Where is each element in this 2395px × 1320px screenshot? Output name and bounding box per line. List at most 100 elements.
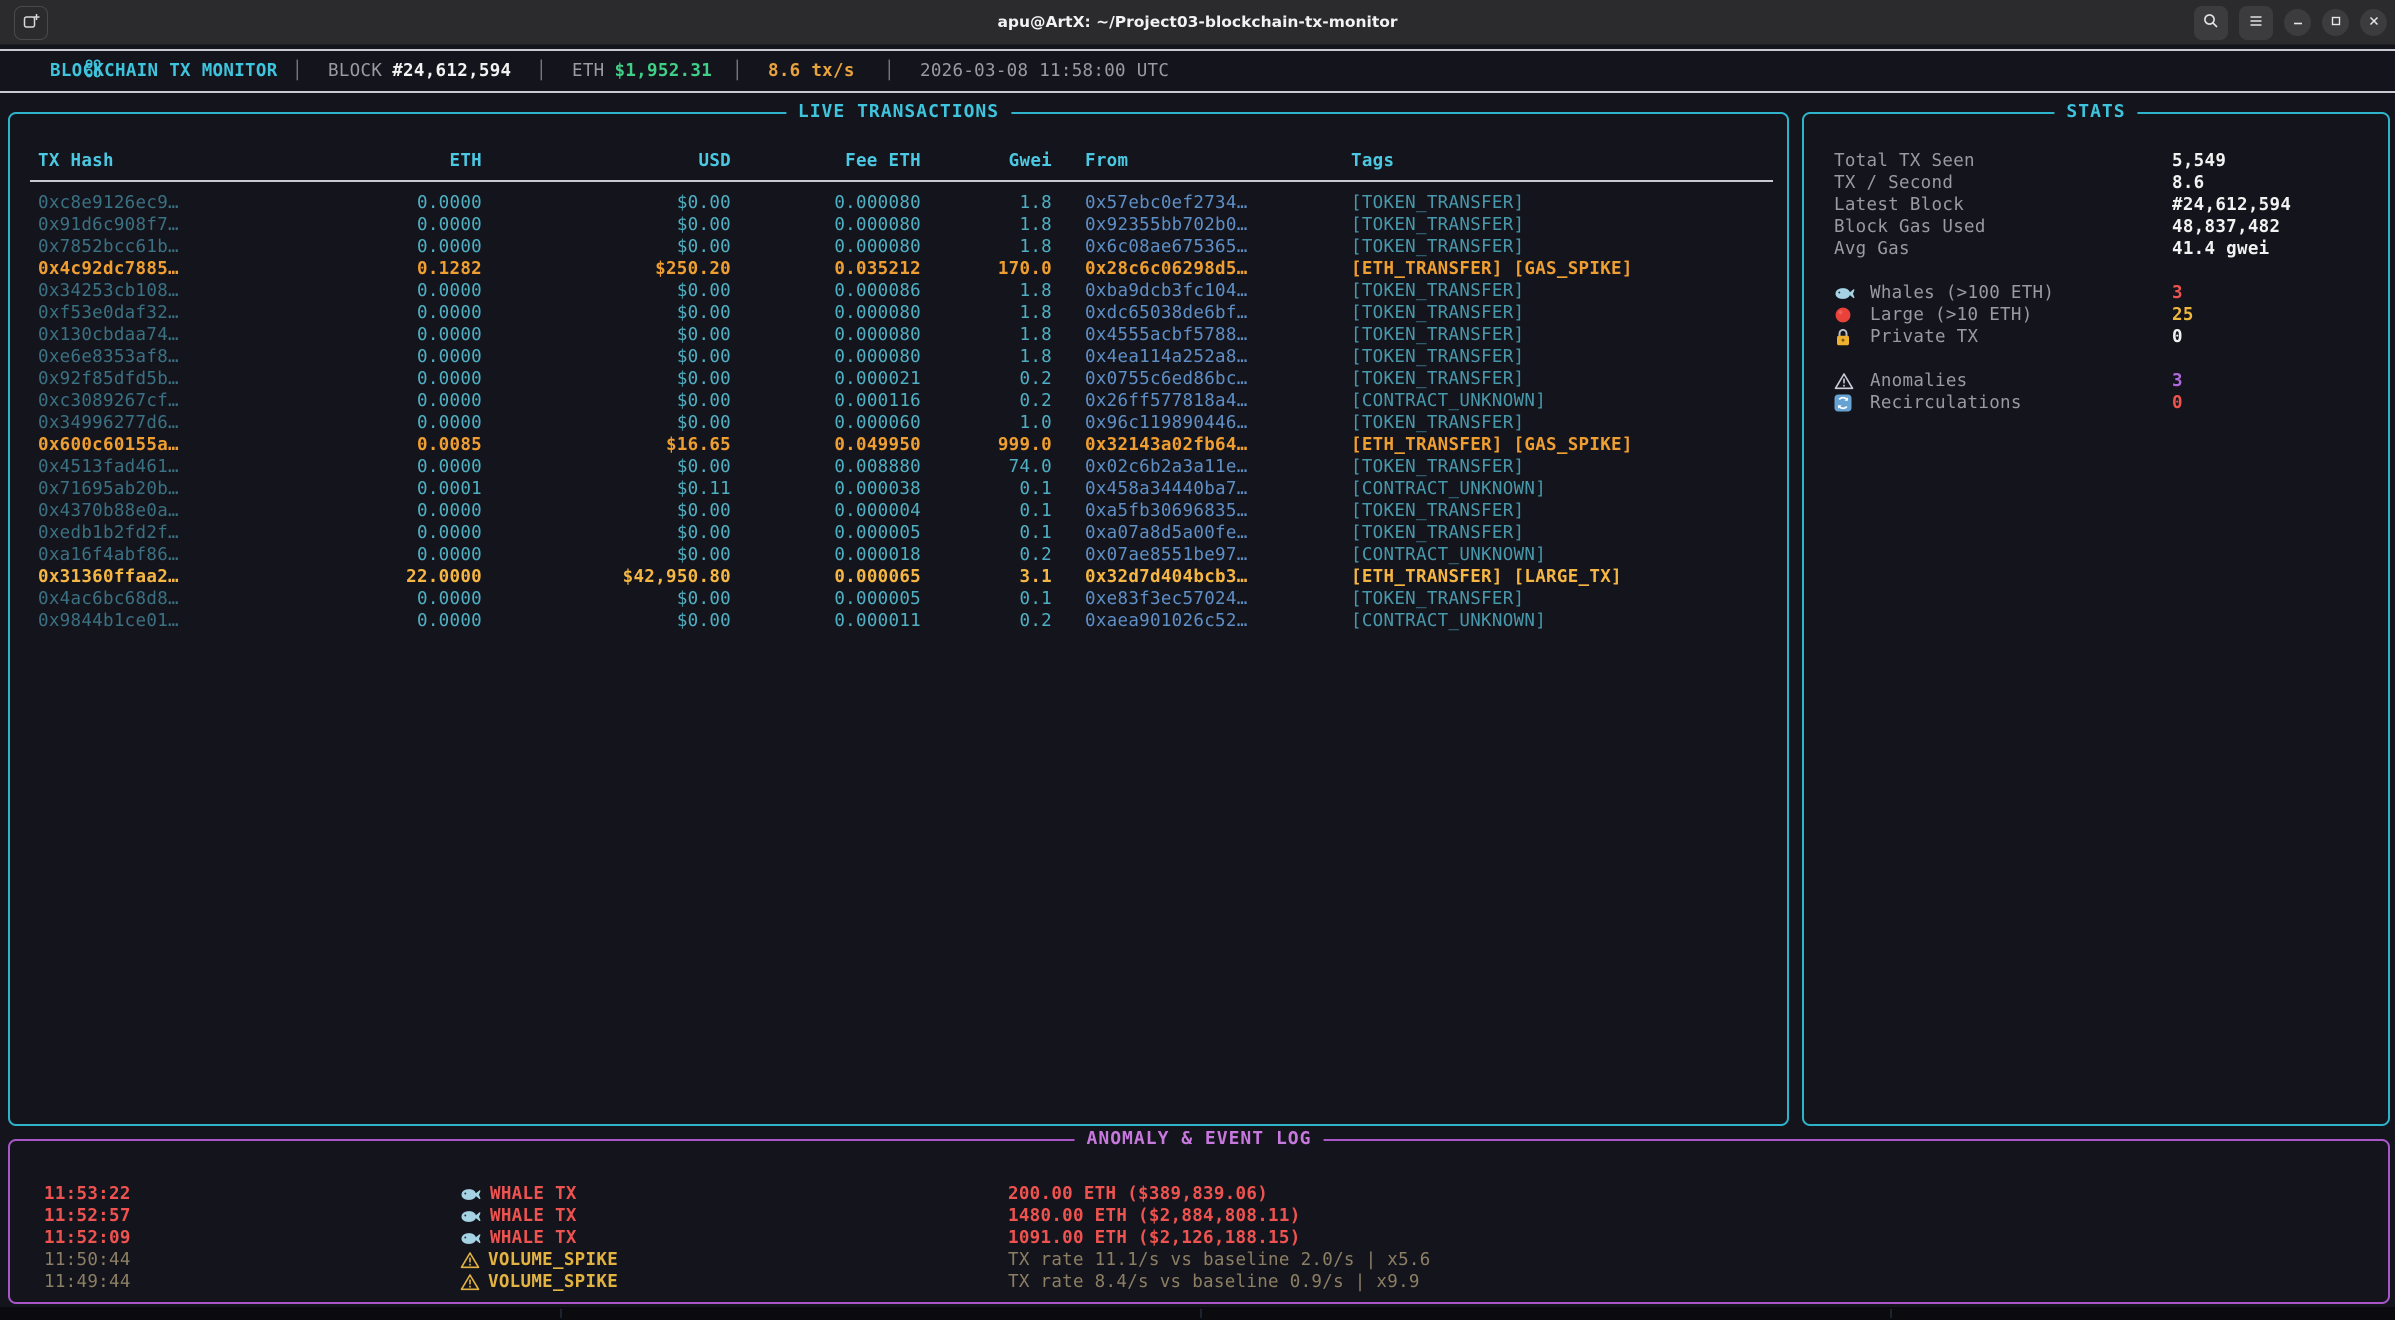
tx-tags: [TOKEN_TRANSFER] <box>1351 522 1773 544</box>
stat-value: 8.6 <box>2172 172 2368 194</box>
stats-alert-rows: Anomalies 3 Recirculations 0 <box>1834 370 2368 414</box>
tx-fee-eth: 0.000060 <box>731 412 921 434</box>
maximize-button[interactable] <box>2322 9 2349 36</box>
tx-eth: 0.0085 <box>285 434 482 456</box>
event-type-cell: VOLUME_SPIKE <box>460 1249 1008 1271</box>
tx-usd: $0.00 <box>482 302 731 324</box>
whale-icon <box>460 1186 482 1203</box>
header-separator: │ <box>732 61 743 81</box>
column-header-usd: USD <box>482 150 731 172</box>
stat-alert-row: Anomalies 3 <box>1834 370 2368 392</box>
tx-hash: 0x130cbdaa74… <box>30 324 285 346</box>
spacer <box>1834 260 2368 282</box>
tx-usd: $0.00 <box>482 522 731 544</box>
tx-hash: 0x9844b1ce01… <box>30 610 285 632</box>
stat-label: TX / Second <box>1834 172 2172 194</box>
tx-gwei: 74.0 <box>921 456 1052 478</box>
event-detail: 1480.00 ETH ($2,884,808.11) <box>1008 1205 2368 1227</box>
tx-from-address: 0x07ae8551be97… <box>1052 544 1351 566</box>
tx-usd: $0.00 <box>482 214 731 236</box>
tx-fee-eth: 0.008880 <box>731 456 921 478</box>
stat-row: Block Gas Used 48,837,482 <box>1834 216 2368 238</box>
transaction-row: 0x4513fad461… 0.0000 $0.00 0.008880 74.0… <box>30 456 1773 478</box>
tx-usd: $42,950.80 <box>482 566 731 588</box>
minimize-icon <box>2291 14 2305 31</box>
column-header-tx-hash: TX Hash <box>30 150 285 172</box>
tx-fee-eth: 0.000086 <box>731 280 921 302</box>
tx-fee-eth: 0.000080 <box>731 324 921 346</box>
tx-hash: 0x7852bcc61b… <box>30 236 285 258</box>
tx-usd: $0.00 <box>482 500 731 522</box>
tx-hash: 0x71695ab20b… <box>30 478 285 500</box>
tx-hash: 0x31360ffaa2… <box>30 566 285 588</box>
stat-label: Recirculations <box>1870 392 2172 414</box>
block-indicator: BLOCK#24,612,594 <box>328 61 511 81</box>
stat-value: 3 <box>2172 282 2368 304</box>
transaction-row: 0x9844b1ce01… 0.0000 $0.00 0.000011 0.2 … <box>30 610 1773 632</box>
new-tab-button[interactable] <box>14 6 48 40</box>
recirculation-icon <box>1834 392 1870 414</box>
tx-tags: [ETH_TRANSFER] [LARGE_TX] <box>1351 566 1773 588</box>
tx-fee-eth: 0.000038 <box>731 478 921 500</box>
tx-tags: [TOKEN_TRANSFER] <box>1351 346 1773 368</box>
tx-usd: $0.00 <box>482 236 731 258</box>
event-detail: 1091.00 ETH ($2,126,188.15) <box>1008 1227 2368 1249</box>
event-type-cell: VOLUME_SPIKE <box>460 1271 1008 1293</box>
tx-from-address: 0x0755c6ed86bc… <box>1052 368 1351 390</box>
event-detail: TX rate 11.1/s vs baseline 2.0/s | x5.6 <box>1008 1249 2368 1271</box>
tx-hash: 0x4ac6bc68d8… <box>30 588 285 610</box>
column-header-tags: Tags <box>1351 150 1773 172</box>
new-tab-icon <box>22 12 41 34</box>
tx-gwei: 0.1 <box>921 522 1052 544</box>
minimize-button[interactable] <box>2284 9 2311 36</box>
column-header-gwei: Gwei <box>921 150 1052 172</box>
tx-eth: 0.0000 <box>285 522 482 544</box>
tx-tags: [CONTRACT_UNKNOWN] <box>1351 610 1773 632</box>
titlebar: apu@ArtX: ~/Project03-blockchain-tx-moni… <box>0 0 2395 45</box>
tx-usd: $0.00 <box>482 412 731 434</box>
stat-row: Latest Block #24,612,594 <box>1834 194 2368 216</box>
stats-basic-rows: Total TX Seen 5,549 TX / Second 8.6 Late… <box>1834 150 2368 260</box>
menu-button[interactable] <box>2239 6 2273 40</box>
tx-fee-eth: 0.000011 <box>731 610 921 632</box>
event-row: 11:50:44 VOLUME_SPIKE TX rate 11.1/s vs … <box>44 1249 2368 1271</box>
tx-from-address: 0xe83f3ec57024… <box>1052 588 1351 610</box>
tx-from-address: 0x96c119890446… <box>1052 412 1351 434</box>
tx-fee-eth: 0.000004 <box>731 500 921 522</box>
tx-usd: $0.11 <box>482 478 731 500</box>
transaction-row: 0xc8e9126ec9… 0.0000 $0.00 0.000080 1.8 … <box>30 192 1773 214</box>
whale-icon <box>460 1230 482 1247</box>
bottom-strip-mark <box>1890 1309 1892 1318</box>
transaction-row: 0x4c92dc7885… 0.1282 $250.20 0.035212 17… <box>30 258 1773 280</box>
tx-fee-eth: 0.000116 <box>731 390 921 412</box>
tx-fee-eth: 0.000080 <box>731 214 921 236</box>
tx-fee-eth: 0.049950 <box>731 434 921 456</box>
event-type: VOLUME_SPIKE <box>488 1271 618 1293</box>
tx-eth: 0.0000 <box>285 544 482 566</box>
stats-counter-rows: Whales (>100 ETH) 3 Large (>10 ETH) 25 P… <box>1834 282 2368 348</box>
search-button[interactable] <box>2194 6 2228 40</box>
tx-usd: $0.00 <box>482 544 731 566</box>
event-type-cell: WHALE TX <box>460 1183 1008 1205</box>
tx-tags: [TOKEN_TRANSFER] <box>1351 412 1773 434</box>
event-row: 11:53:22 WHALE TX 200.00 ETH ($389,839.0… <box>44 1183 2368 1205</box>
tx-from-address: 0x458a34440ba7… <box>1052 478 1351 500</box>
event-type: WHALE TX <box>490 1205 577 1227</box>
tx-fee-eth: 0.000080 <box>731 236 921 258</box>
transaction-row: 0xc3089267cf… 0.0000 $0.00 0.000116 0.2 … <box>30 390 1773 412</box>
terminal-screen[interactable]: BLOCKCHAIN TX MONITOR │ BLOCK#24,612,594… <box>0 45 2395 1320</box>
tx-tags: [TOKEN_TRANSFER] <box>1351 368 1773 390</box>
warning-icon <box>1834 370 1870 392</box>
live-transactions-title: LIVE TRANSACTIONS <box>786 101 1011 122</box>
tx-from-address: 0xdc65038de6bf… <box>1052 302 1351 324</box>
event-type-cell: WHALE TX <box>460 1205 1008 1227</box>
header-separator: │ <box>884 61 895 81</box>
tx-hash: 0x91d6c908f7… <box>30 214 285 236</box>
tx-from-address: 0x26ff577818a4… <box>1052 390 1351 412</box>
stat-value: 0 <box>2172 326 2368 348</box>
transaction-row: 0x4ac6bc68d8… 0.0000 $0.00 0.000005 0.1 … <box>30 588 1773 610</box>
tx-fee-eth: 0.000005 <box>731 588 921 610</box>
close-button[interactable] <box>2360 9 2387 36</box>
tx-gwei: 1.8 <box>921 236 1052 258</box>
tx-hash: 0x4c92dc7885… <box>30 258 285 280</box>
